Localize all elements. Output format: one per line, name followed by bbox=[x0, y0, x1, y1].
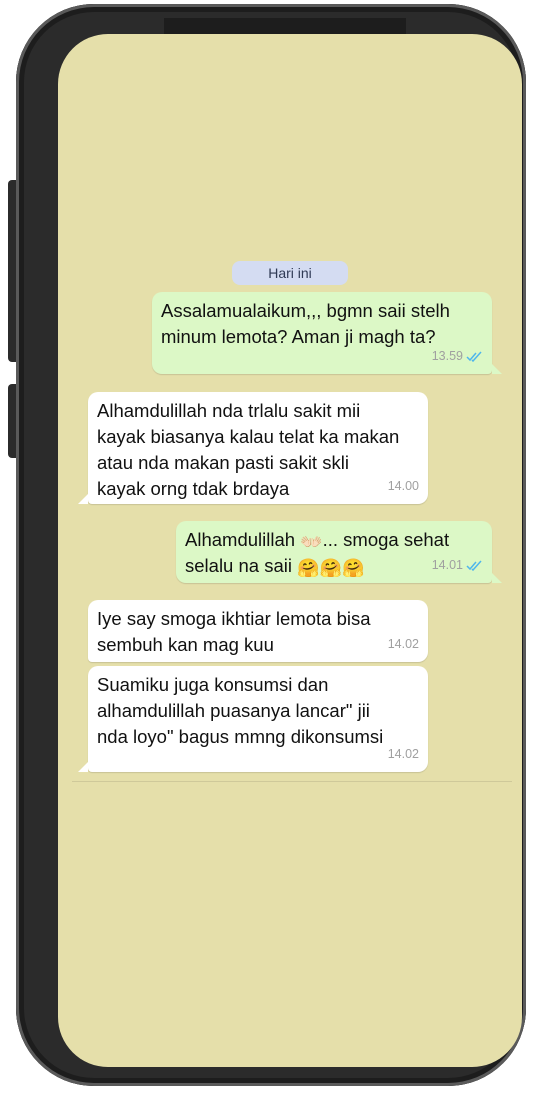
open-hands-emoji: 👐🏻 bbox=[300, 532, 323, 552]
phone-frame: Hari ini Assalamualaikum,,, bgmn saii st… bbox=[16, 4, 526, 1086]
message-time: 14.00 bbox=[387, 479, 419, 493]
chat-screen[interactable]: Hari ini Assalamualaikum,,, bgmn saii st… bbox=[58, 34, 522, 1067]
message-bubble-outgoing[interactable]: Assalamualaikum,,, bgmn saii stelh minum… bbox=[152, 292, 492, 374]
message-bubble-incoming[interactable]: Iye say smoga ikhtiar lemota bisa sembuh… bbox=[88, 600, 428, 662]
message-meta: 14.02 bbox=[388, 741, 419, 767]
message-text: Alhamdulillah nda trlalu sakit mii kayak… bbox=[97, 400, 400, 499]
message-time: 14.01 bbox=[431, 558, 463, 572]
message-time: 13.59 bbox=[431, 349, 463, 363]
bubble-tail bbox=[78, 494, 88, 504]
divider bbox=[72, 781, 512, 782]
bubble-tail bbox=[492, 573, 502, 583]
double-check-icon bbox=[466, 560, 482, 571]
hugging-face-emoji: 🤗 bbox=[341, 558, 365, 578]
message-text-part: selalu na saii bbox=[185, 555, 292, 576]
date-separator: Hari ini bbox=[232, 261, 348, 285]
message-meta: 14.01 bbox=[432, 552, 483, 578]
hugging-face-emoji: 🤗 bbox=[297, 558, 320, 578]
message-text-part: Alhamdulillah bbox=[185, 529, 296, 550]
double-check-icon bbox=[466, 351, 482, 362]
message-time: 14.02 bbox=[387, 637, 419, 651]
message-meta: 14.02 bbox=[388, 631, 419, 657]
message-time: 14.02 bbox=[387, 747, 419, 761]
message-text-part: ... smoga sehat bbox=[322, 529, 450, 550]
message-bubble-outgoing[interactable]: Alhamdulillah 👐🏻... smoga sehat selalu n… bbox=[176, 521, 492, 583]
message-bubble-incoming[interactable]: Suamiku juga konsumsi dan alhamdulillah … bbox=[88, 666, 428, 772]
bubble-tail bbox=[78, 762, 88, 772]
message-text: Iye say smoga ikhtiar lemota bisa sembuh… bbox=[97, 608, 371, 655]
message-meta: 13.59 bbox=[432, 343, 483, 369]
bubble-tail bbox=[492, 364, 502, 374]
hugging-face-emoji: 🤗 bbox=[319, 558, 342, 578]
message-meta: 14.00 bbox=[388, 473, 419, 499]
message-bubble-incoming[interactable]: Alhamdulillah nda trlalu sakit mii kayak… bbox=[88, 392, 428, 504]
message-text: Suamiku juga konsumsi dan alhamdulillah … bbox=[97, 674, 384, 747]
